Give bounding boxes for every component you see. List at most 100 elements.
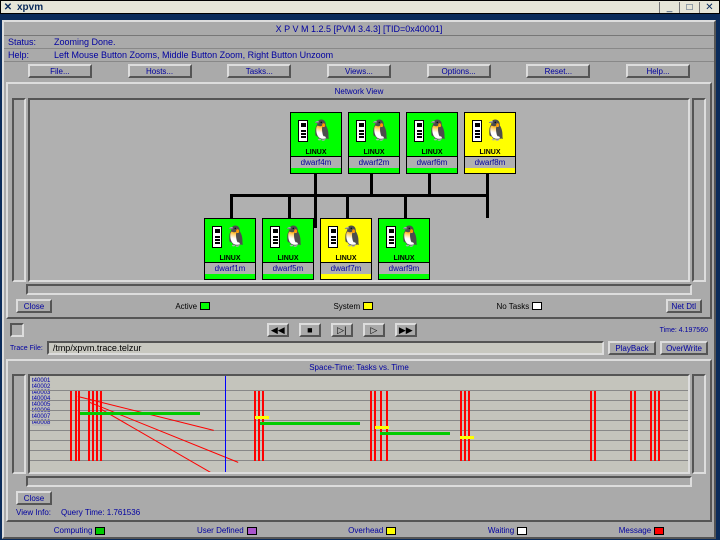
linux-penguin-icon: 🐧 bbox=[310, 121, 335, 141]
linux-penguin-icon: 🐧 bbox=[426, 121, 451, 141]
linux-penguin-icon: 🐧 bbox=[484, 121, 509, 141]
host-name-label: dwarf4m bbox=[291, 156, 341, 168]
playback-mode-button[interactable]: PlayBack bbox=[608, 341, 656, 355]
netview-controls: Close Active System No Tasks Net Dtl bbox=[10, 297, 708, 315]
host-icon: 🐧 bbox=[466, 113, 514, 149]
host-icon: 🐧 bbox=[206, 219, 254, 255]
netview-hscroll[interactable] bbox=[26, 284, 692, 295]
spacetime-canvas[interactable]: t40001t40002t40003t40004 t40005t40006t40… bbox=[28, 374, 690, 474]
legend-message: Message bbox=[619, 526, 664, 535]
linux-penguin-icon: 🐧 bbox=[398, 227, 423, 247]
netview-detail-button[interactable]: Net Dtl bbox=[666, 299, 702, 313]
playback-scroll-anchor[interactable] bbox=[10, 323, 24, 337]
host-icon: 🐧 bbox=[292, 113, 340, 149]
linux-penguin-icon: 🐧 bbox=[368, 121, 393, 141]
trace-file-row: Trace File: /tmp/xpvm.trace.telzur PlayB… bbox=[4, 339, 714, 357]
tasks-menu[interactable]: Tasks... bbox=[227, 64, 291, 78]
playback-bar: ◀◀ ■ ▷| ▷ ▶▶ Time: 4.197560 bbox=[4, 321, 714, 339]
legend-userdef: User Defined bbox=[197, 526, 257, 535]
legend-waiting: Waiting bbox=[488, 526, 527, 535]
host-dwarf4m[interactable]: 🐧 LINUXdwarf4m bbox=[290, 112, 342, 174]
maximize-button[interactable]: □ bbox=[679, 2, 699, 13]
help-bar: Help: Left Mouse Button Zooms, Middle Bu… bbox=[4, 49, 714, 62]
spacetime-title: Space-Time: Tasks vs. Time bbox=[10, 363, 708, 372]
host-icon: 🐧 bbox=[264, 219, 312, 255]
views-menu[interactable]: Views... bbox=[327, 64, 391, 78]
play-button[interactable]: ▷ bbox=[363, 323, 385, 337]
spacetime-controls: Close bbox=[10, 489, 708, 507]
host-name-label: dwarf2m bbox=[349, 156, 399, 168]
host-name-label: dwarf8m bbox=[465, 156, 515, 168]
legend-overhead: Overhead bbox=[348, 526, 396, 535]
network-canvas[interactable]: 🐧LINUXdwarf4m🐧LINUXdwarf2m🐧LINUXdwarf6m🐧… bbox=[28, 98, 690, 282]
netview-vscroll[interactable] bbox=[12, 98, 26, 282]
help-label: Help: bbox=[8, 50, 48, 60]
window-title: xpvm bbox=[15, 2, 659, 13]
host-name-label: dwarf5m bbox=[263, 262, 313, 274]
legend-system: System bbox=[333, 302, 373, 311]
spacetime-close-button[interactable]: Close bbox=[16, 491, 52, 505]
stop-button[interactable]: ■ bbox=[299, 323, 321, 337]
host-os-label: LINUX bbox=[278, 255, 299, 262]
host-name-label: dwarf7m bbox=[321, 262, 371, 274]
host-dwarf1m[interactable]: 🐧 LINUXdwarf1m bbox=[204, 218, 256, 280]
host-os-label: LINUX bbox=[220, 255, 241, 262]
netview-vscroll-right[interactable] bbox=[692, 98, 706, 282]
app-frame: X P V M 1.2.5 [PVM 3.4.3] [TID=0x40001] … bbox=[2, 20, 716, 539]
trace-file-label: Trace File: bbox=[10, 345, 43, 352]
help-menu[interactable]: Help... bbox=[626, 64, 690, 78]
host-os-label: LINUX bbox=[422, 149, 443, 156]
app-header: X P V M 1.2.5 [PVM 3.4.3] [TID=0x40001] bbox=[4, 22, 714, 36]
ffwd-button[interactable]: ▶▶ bbox=[395, 323, 417, 337]
status-label: Status: bbox=[8, 37, 48, 47]
netview-close-button[interactable]: Close bbox=[16, 299, 52, 313]
host-icon: 🐧 bbox=[350, 113, 398, 149]
reset-menu[interactable]: Reset... bbox=[526, 64, 590, 78]
status-text: Zooming Done. bbox=[54, 37, 116, 47]
host-dwarf6m[interactable]: 🐧 LINUXdwarf6m bbox=[406, 112, 458, 174]
host-os-label: LINUX bbox=[480, 149, 501, 156]
spacetime-vscroll[interactable] bbox=[12, 374, 26, 474]
host-dwarf9m[interactable]: 🐧 LINUXdwarf9m bbox=[378, 218, 430, 280]
host-os-label: LINUX bbox=[394, 255, 415, 262]
host-icon: 🐧 bbox=[380, 219, 428, 255]
close-window-button[interactable]: ✕ bbox=[699, 2, 719, 13]
linux-penguin-icon: 🐧 bbox=[340, 227, 365, 247]
host-os-label: LINUX bbox=[364, 149, 385, 156]
trace-file-field[interactable]: /tmp/xpvm.trace.telzur bbox=[47, 341, 604, 355]
minimize-button[interactable]: _ bbox=[659, 2, 679, 13]
step-fwd-button[interactable]: ▷| bbox=[331, 323, 353, 337]
host-dwarf5m[interactable]: 🐧 LINUXdwarf5m bbox=[262, 218, 314, 280]
file-menu[interactable]: File... bbox=[28, 64, 92, 78]
host-dwarf7m[interactable]: 🐧 LINUXdwarf7m bbox=[320, 218, 372, 280]
window-titlebar: ✕ xpvm _ □ ✕ bbox=[0, 0, 720, 14]
task-axis: t40001t40002t40003t40004 t40005t40006t40… bbox=[32, 378, 50, 426]
playback-time: Time: 4.197560 bbox=[660, 327, 708, 334]
spacetime-vscroll-right[interactable] bbox=[692, 374, 706, 474]
network-view-panel: Network View 🐧LINUXdwarf4m🐧LINUXdwarf2m🐧… bbox=[6, 82, 712, 319]
time-cursor[interactable] bbox=[225, 376, 226, 472]
network-view-title: Network View bbox=[10, 86, 708, 96]
host-name-label: dwarf6m bbox=[407, 156, 457, 168]
rewind-button[interactable]: ◀◀ bbox=[267, 323, 289, 337]
host-dwarf8m[interactable]: 🐧 LINUXdwarf8m bbox=[464, 112, 516, 174]
linux-penguin-icon: 🐧 bbox=[282, 227, 307, 247]
view-info-row: View Info: Query Time: 1.761536 bbox=[10, 507, 708, 518]
host-dwarf2m[interactable]: 🐧 LINUXdwarf2m bbox=[348, 112, 400, 174]
options-menu[interactable]: Options... bbox=[427, 64, 491, 78]
host-name-label: dwarf1m bbox=[205, 262, 255, 274]
system-menu-icon[interactable]: ✕ bbox=[1, 2, 15, 13]
host-os-label: LINUX bbox=[336, 255, 357, 262]
legend-notasks: No Tasks bbox=[496, 302, 542, 311]
host-os-label: LINUX bbox=[306, 149, 327, 156]
legend-active: Active bbox=[175, 302, 210, 311]
overwrite-button[interactable]: OverWrite bbox=[660, 341, 708, 355]
hosts-menu[interactable]: Hosts... bbox=[128, 64, 192, 78]
footer-legend: Computing User Defined Overhead Waiting … bbox=[4, 524, 714, 537]
view-info-label: View Info: bbox=[16, 508, 51, 517]
linux-penguin-icon: 🐧 bbox=[224, 227, 249, 247]
spacetime-hscroll[interactable] bbox=[26, 476, 692, 487]
main-toolbar: File... Hosts... Tasks... Views... Optio… bbox=[4, 62, 714, 80]
host-name-label: dwarf9m bbox=[379, 262, 429, 274]
help-text: Left Mouse Button Zooms, Middle Button Z… bbox=[54, 50, 333, 60]
